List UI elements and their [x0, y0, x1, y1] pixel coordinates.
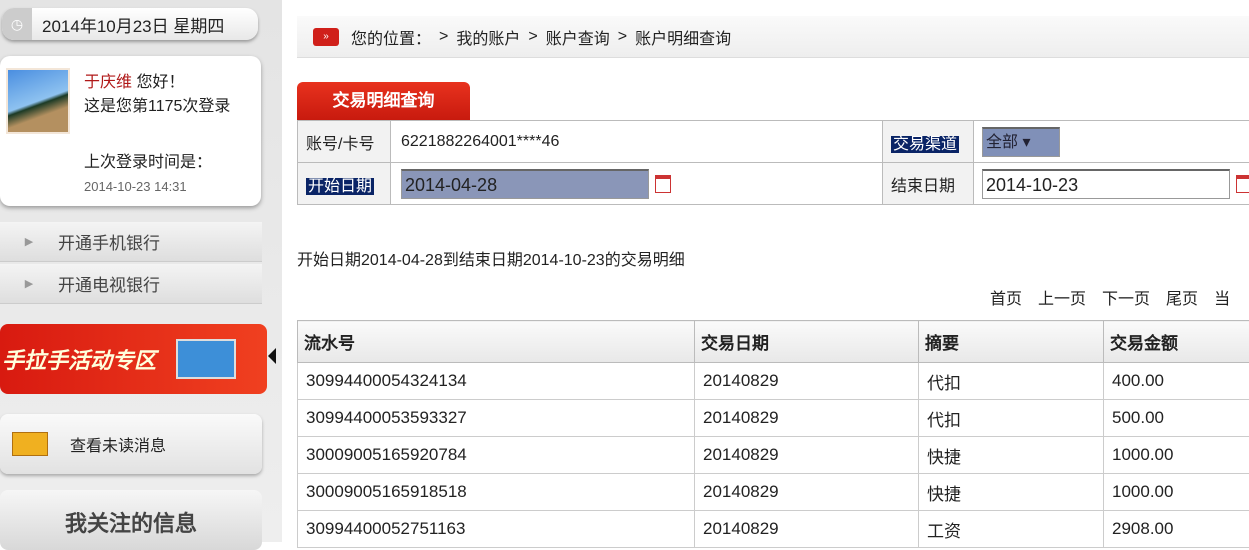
- breadcrumb-prefix: 您的位置：: [351, 25, 431, 49]
- my-focus-header: 我关注的信息: [0, 490, 262, 550]
- calendar-icon[interactable]: [655, 175, 671, 193]
- cell-serial: 30994400053593327: [298, 400, 695, 437]
- col-amount: 交易金额: [1104, 321, 1249, 363]
- triangle-right-icon: ▶: [0, 277, 58, 290]
- avatar: [6, 68, 70, 134]
- account-value: 6221882264001****46: [391, 121, 883, 163]
- breadcrumb-sep: >: [528, 28, 537, 46]
- col-date: 交易日期: [695, 321, 919, 363]
- unread-messages-button[interactable]: 查看未读消息: [0, 414, 262, 474]
- channel-value: 全部: [986, 134, 1018, 151]
- last-page-link[interactable]: 尾页: [1166, 291, 1198, 308]
- calendar-icon[interactable]: [1236, 175, 1249, 193]
- cell-summary: 快捷: [919, 437, 1104, 474]
- chevron-down-icon: ▾: [1022, 134, 1030, 151]
- messages-label: 查看未读消息: [70, 432, 166, 456]
- col-summary: 摘要: [919, 321, 1104, 363]
- last-login-time: 2014-10-23 14:31: [84, 179, 187, 194]
- cell-amount: 500.00: [1104, 400, 1249, 437]
- col-serial: 流水号: [298, 321, 695, 363]
- cell-date: 20140829: [695, 400, 919, 437]
- table-row: 3099440005432413420140829代扣400.00: [298, 363, 1249, 400]
- breadcrumb-account-query[interactable]: 账户查询: [546, 25, 610, 49]
- start-date-label: 开始日期: [306, 178, 374, 195]
- pagination: 首页上一页下一页尾页当: [990, 285, 1246, 309]
- tv-icon: [176, 339, 236, 379]
- login-count: 这是您第1175次登录: [84, 94, 244, 119]
- table-row: 3000900516592078420140829快捷1000.00: [298, 437, 1249, 474]
- clock-icon: ◷: [2, 8, 32, 40]
- start-date-input[interactable]: 2014-04-28: [401, 169, 649, 199]
- collapse-arrow-icon[interactable]: [268, 348, 276, 364]
- cell-summary: 代扣: [919, 363, 1104, 400]
- promo-banner[interactable]: 手拉手活动专区: [0, 324, 267, 394]
- menu-label: 开通手机银行: [58, 229, 160, 254]
- cell-serial: 30009005165918518: [298, 474, 695, 511]
- end-date-label: 结束日期: [883, 163, 974, 205]
- end-date-input[interactable]: 2014-10-23: [982, 169, 1230, 199]
- cell-date: 20140829: [695, 474, 919, 511]
- breadcrumb-my-account[interactable]: 我的账户: [456, 25, 520, 49]
- tab-transaction-detail[interactable]: 交易明细查询: [297, 82, 470, 120]
- cell-summary: 快捷: [919, 474, 1104, 511]
- channel-label: 交易渠道: [891, 136, 959, 153]
- cell-amount: 400.00: [1104, 363, 1249, 400]
- next-page-link[interactable]: 下一页: [1102, 291, 1150, 308]
- cell-amount: 1000.00: [1104, 437, 1249, 474]
- cell-date: 20140829: [695, 437, 919, 474]
- menu-mobile-banking[interactable]: ▶开通手机银行: [0, 222, 262, 262]
- channel-select[interactable]: 全部 ▾: [982, 127, 1060, 157]
- prev-page-link[interactable]: 上一页: [1038, 291, 1086, 308]
- account-label: 账号/卡号: [298, 121, 391, 163]
- double-chevron-icon: »: [313, 28, 339, 46]
- last-login-label: 上次登录时间是：: [84, 148, 212, 172]
- transactions-table: 流水号 交易日期 摘要 交易金额 30994400054324134201408…: [297, 320, 1249, 548]
- envelope-icon: [12, 432, 48, 456]
- breadcrumb: » 您的位置： > 我的账户 > 账户查询 > 账户明细查询: [297, 16, 1249, 58]
- breadcrumb-sep: >: [618, 28, 627, 46]
- query-summary: 开始日期2014-04-28到结束日期2014-10-23的交易明细: [297, 246, 685, 270]
- cell-serial: 30009005165920784: [298, 437, 695, 474]
- menu-label: 开通电视银行: [58, 271, 160, 296]
- cell-summary: 代扣: [919, 400, 1104, 437]
- date-bar: ◷ 2014年10月23日 星期四: [2, 8, 258, 40]
- first-page-link[interactable]: 首页: [990, 291, 1022, 308]
- triangle-right-icon: ▶: [0, 235, 58, 248]
- user-name: 于庆维: [84, 74, 132, 91]
- cell-date: 20140829: [695, 363, 919, 400]
- cell-amount: 1000.00: [1104, 474, 1249, 511]
- breadcrumb-sep: >: [439, 28, 448, 46]
- breadcrumb-detail-query: 账户明细查询: [635, 25, 731, 49]
- query-form: 账号/卡号 6221882264001****46 交易渠道 全部 ▾ 开始日期…: [297, 120, 1249, 205]
- table-row: 3000900516591851820140829快捷1000.00: [298, 474, 1249, 511]
- menu-tv-banking[interactable]: ▶开通电视银行: [0, 264, 262, 304]
- current-page-label: 当: [1214, 291, 1230, 308]
- cell-serial: 30994400054324134: [298, 363, 695, 400]
- user-panel: 于庆维 您好！ 这是您第1175次登录 上次登录时间是： 2014-10-23 …: [0, 56, 261, 206]
- sidebar: ◷ 2014年10月23日 星期四 于庆维 您好！ 这是您第1175次登录 上次登…: [0, 0, 282, 542]
- greeting: 您好！: [136, 74, 184, 91]
- table-row: 3099440005359332720140829代扣500.00: [298, 400, 1249, 437]
- current-date: 2014年10月23日 星期四: [42, 12, 224, 37]
- promo-text: 手拉手活动专区: [2, 343, 156, 375]
